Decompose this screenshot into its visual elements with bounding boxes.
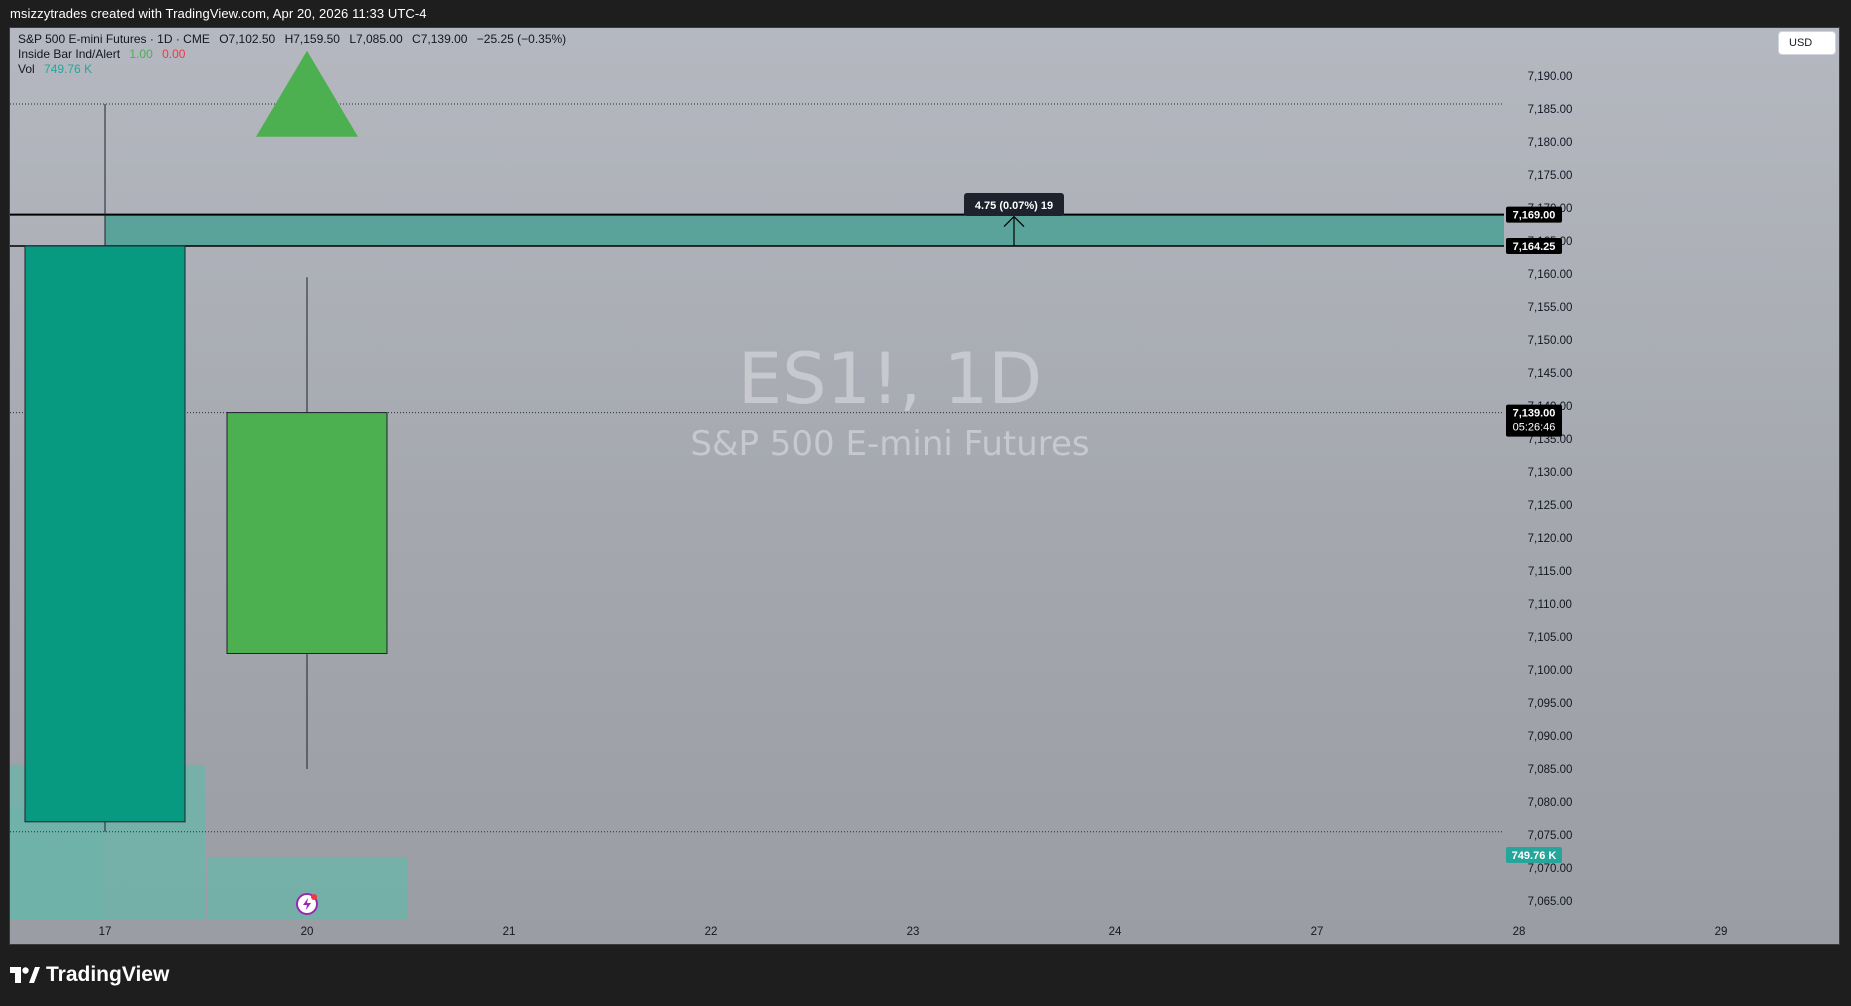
price-tag-last-countdown: 05:26:46 — [1513, 422, 1556, 434]
symbol-legend: S&P 500 E-mini Futures · 1D · CME O7,102… — [18, 32, 572, 46]
y-tick-label: 7,090.00 — [1528, 731, 1573, 743]
tradingview-logo[interactable]: TradingView — [10, 963, 169, 987]
indicator-legend[interactable]: Inside Bar Ind/Alert 1.00 0.00 — [18, 47, 191, 61]
author-byline: msizzytrades created with TradingView.co… — [10, 6, 427, 21]
close-value: C7,139.00 — [412, 32, 468, 46]
y-tick-label: 7,120.00 — [1528, 533, 1573, 545]
x-tick-label: 27 — [1311, 926, 1324, 938]
price-tag-lower-text: 7,164.25 — [1513, 241, 1556, 253]
y-tick-label: 7,125.00 — [1528, 500, 1573, 512]
watermark-symbol: ES1!, 1D — [738, 338, 1042, 420]
x-tick-label: 24 — [1109, 926, 1122, 938]
y-tick-label: 7,105.00 — [1528, 632, 1573, 644]
price-tag-upper-text: 7,169.00 — [1513, 210, 1556, 222]
y-tick-label: 7,155.00 — [1528, 302, 1573, 314]
low-value: L7,085.00 — [349, 32, 403, 46]
x-tick-label: 20 — [301, 926, 314, 938]
y-tick-label: 7,100.00 — [1528, 665, 1573, 677]
indicator-name: Inside Bar Ind/Alert — [18, 47, 121, 61]
x-tick-label: 22 — [705, 926, 718, 938]
tradingview-logo-icon — [10, 967, 40, 983]
y-tick-label: 7,110.00 — [1528, 599, 1572, 611]
volume-label: Vol — [18, 62, 35, 76]
volume-value: 749.76 K — [44, 62, 93, 76]
y-tick-label: 7,180.00 — [1528, 137, 1573, 149]
y-tick-label: 7,150.00 — [1528, 335, 1573, 347]
high-value: H7,159.50 — [284, 32, 340, 46]
alert-dot — [311, 894, 317, 900]
measure-tooltip-text: 4.75 (0.07%) 19 — [975, 200, 1053, 212]
y-tick-label: 7,080.00 — [1528, 797, 1573, 809]
candle-body[interactable] — [226, 412, 388, 654]
y-tick-label: 7,065.00 — [1528, 896, 1573, 908]
indicator-value-2: 0.00 — [162, 47, 186, 61]
x-tick-label: 17 — [99, 926, 112, 938]
y-tick-label: 7,115.00 — [1528, 566, 1572, 578]
signal-triangle — [256, 50, 358, 137]
zone-rectangle[interactable] — [105, 214, 1504, 246]
tradingview-brand: TradingView — [46, 963, 170, 986]
x-tick-label: 23 — [907, 926, 920, 938]
y-tick-label: 7,185.00 — [1528, 104, 1573, 116]
open-value: O7,102.50 — [219, 32, 276, 46]
y-tick-label: 7,160.00 — [1528, 269, 1573, 281]
symbol-description: S&P 500 E-mini Futures · 1D · CME — [18, 32, 210, 46]
currency-button[interactable]: USD — [1778, 31, 1836, 55]
y-tick-label: 7,075.00 — [1528, 830, 1573, 842]
y-tick-label: 7,130.00 — [1528, 467, 1573, 479]
watermark-description: S&P 500 E-mini Futures — [690, 424, 1089, 464]
y-tick-label: 7,070.00 — [1528, 863, 1573, 875]
indicator-value-1: 1.00 — [129, 47, 153, 61]
y-tick-label: 7,085.00 — [1528, 764, 1573, 776]
change-value: −25.25 (−0.35%) — [476, 32, 567, 46]
price-chart[interactable]: ES1!, 1DS&P 500 E-mini Futures 4.75 (0.07… — [10, 28, 1840, 945]
chart-pane[interactable]: ES1!, 1D S&P 500 E-mini Futures 4.75 (0.07… — [9, 27, 1840, 945]
candle-body[interactable] — [24, 245, 186, 823]
screenshot-frame: msizzytrades created with TradingView.co… — [0, 0, 1851, 1006]
volume-legend[interactable]: Vol 749.76 K — [18, 62, 98, 76]
y-tick-label: 7,190.00 — [1528, 71, 1573, 83]
x-tick-label: 28 — [1513, 926, 1526, 938]
y-tick-label: 7,145.00 — [1528, 368, 1573, 380]
x-tick-label: 29 — [1715, 926, 1728, 938]
x-tick-label: 21 — [503, 926, 516, 938]
price-tag-volume-text: 749.76 K — [1512, 850, 1557, 862]
y-tick-label: 7,095.00 — [1528, 698, 1573, 710]
price-tag-last-text: 7,139.00 — [1513, 408, 1556, 420]
y-tick-label: 7,175.00 — [1528, 170, 1573, 182]
